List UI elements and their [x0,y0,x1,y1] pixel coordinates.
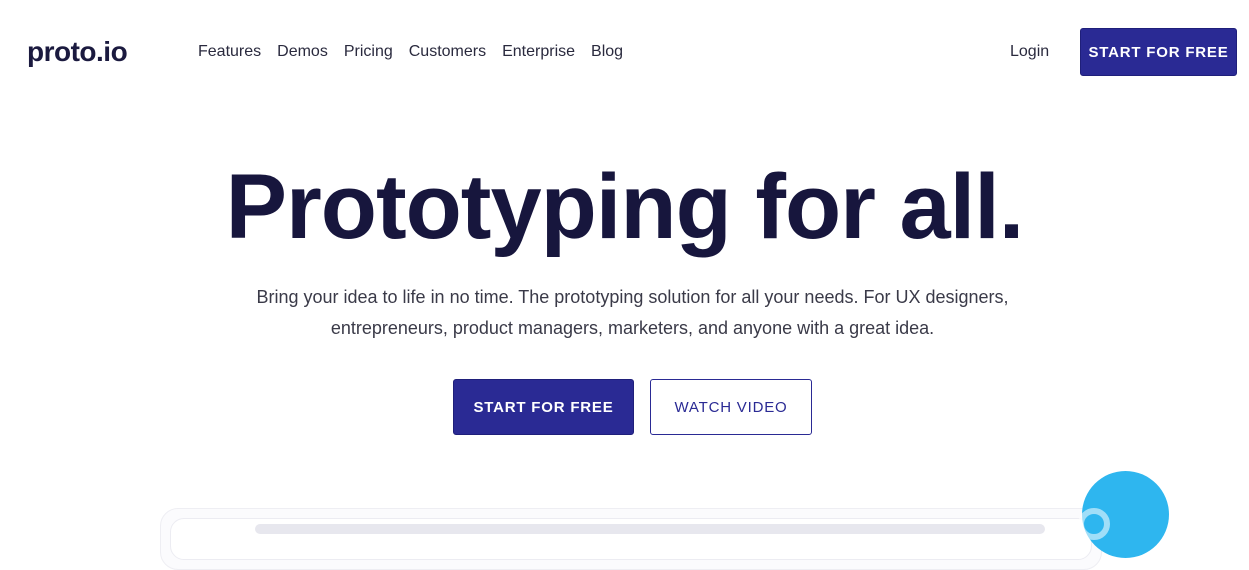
nav-item-features[interactable]: Features [198,41,261,63]
hero-subtitle-line-2: entrepreneurs, product managers, markete… [330,318,935,338]
decorative-ring [1078,508,1110,540]
nav-item-blog[interactable]: Blog [591,41,623,63]
nav-item-pricing[interactable]: Pricing [344,41,393,63]
header-start-free-button[interactable]: START FOR FREE [1080,28,1237,76]
hero-title: Prototyping for all. [225,156,1025,258]
product-preview-toolbar [255,524,1045,534]
nav-item-demos[interactable]: Demos [277,41,328,63]
main-nav: Features Demos Pricing Customers Enterpr… [198,41,639,63]
hero-start-free-button[interactable]: START FOR FREE [453,379,634,435]
hero-subtitle-line-1: Bring your idea to life in no time. The … [256,287,1009,307]
proto-io-logo[interactable]: proto.io [27,33,128,71]
nav-item-enterprise[interactable]: Enterprise [502,41,575,63]
login-link[interactable]: Login [1010,41,1049,63]
hero-subtitle: Bring your idea to life in no time. The … [224,282,1041,344]
nav-item-customers[interactable]: Customers [409,41,486,63]
site-header: proto.io Features Demos Pricing Customer… [0,0,1249,104]
watch-video-button[interactable]: WATCH VIDEO [650,379,812,435]
